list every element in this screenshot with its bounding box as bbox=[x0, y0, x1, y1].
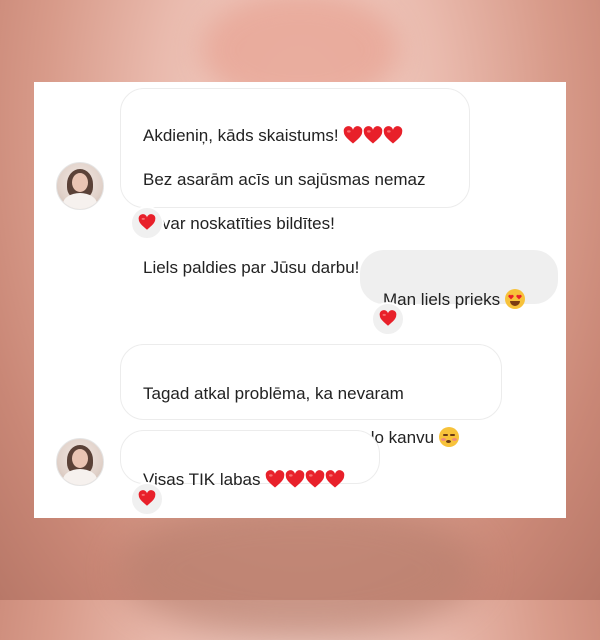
background-blur-bottom bbox=[120, 500, 480, 640]
red-heart-icon bbox=[305, 469, 325, 488]
heart-icon bbox=[138, 213, 156, 233]
message-line: Tagad atkal problēma, ka nevaram bbox=[143, 384, 404, 403]
heart-reaction[interactable] bbox=[130, 206, 164, 240]
incoming-message-bubble[interactable]: Akdieniņ, kāds skaistums! Bez asarām acī… bbox=[120, 88, 470, 277]
incoming-message-bubble[interactable]: Tagad atkal problēma, ka nevaram izvēlēt… bbox=[120, 344, 502, 447]
avatar[interactable] bbox=[56, 162, 104, 210]
heart-eyes-emoji bbox=[504, 289, 525, 309]
chat-screenshot-card: Akdieniņ, kāds skaistums! Bez asarām acī… bbox=[34, 82, 566, 518]
message-line: Bez asarām acīs un sajūsmas nemaz bbox=[143, 170, 426, 189]
red-heart-icon bbox=[325, 469, 345, 488]
red-heart-icon bbox=[265, 469, 285, 488]
heart-icon bbox=[138, 489, 156, 509]
heart-reaction[interactable] bbox=[371, 302, 405, 336]
shy-smile-emoji bbox=[438, 427, 459, 447]
heart-emoji-group bbox=[265, 469, 345, 489]
red-heart-icon bbox=[344, 125, 363, 144]
avatar[interactable] bbox=[56, 438, 104, 486]
incoming-message-bubble[interactable]: Visas TIK labas bbox=[120, 430, 380, 489]
red-heart-icon bbox=[138, 489, 156, 506]
heart-emoji-group bbox=[343, 125, 403, 145]
message-line: Visas TIK labas bbox=[143, 469, 379, 491]
message-line: Akdieniņ, kāds skaistums! bbox=[143, 125, 469, 147]
message-line: nevar noskatīties bildītes! bbox=[143, 214, 335, 233]
outgoing-message-bubble[interactable]: Man liels prieks bbox=[360, 250, 558, 309]
red-heart-icon bbox=[285, 469, 305, 488]
message-line: Man liels prieks bbox=[383, 289, 557, 311]
red-heart-icon bbox=[138, 213, 156, 230]
red-heart-icon bbox=[364, 125, 383, 144]
red-heart-icon bbox=[384, 125, 403, 144]
red-heart-icon bbox=[379, 309, 397, 326]
heart-icon bbox=[379, 309, 397, 329]
heart-reaction[interactable] bbox=[130, 482, 164, 516]
